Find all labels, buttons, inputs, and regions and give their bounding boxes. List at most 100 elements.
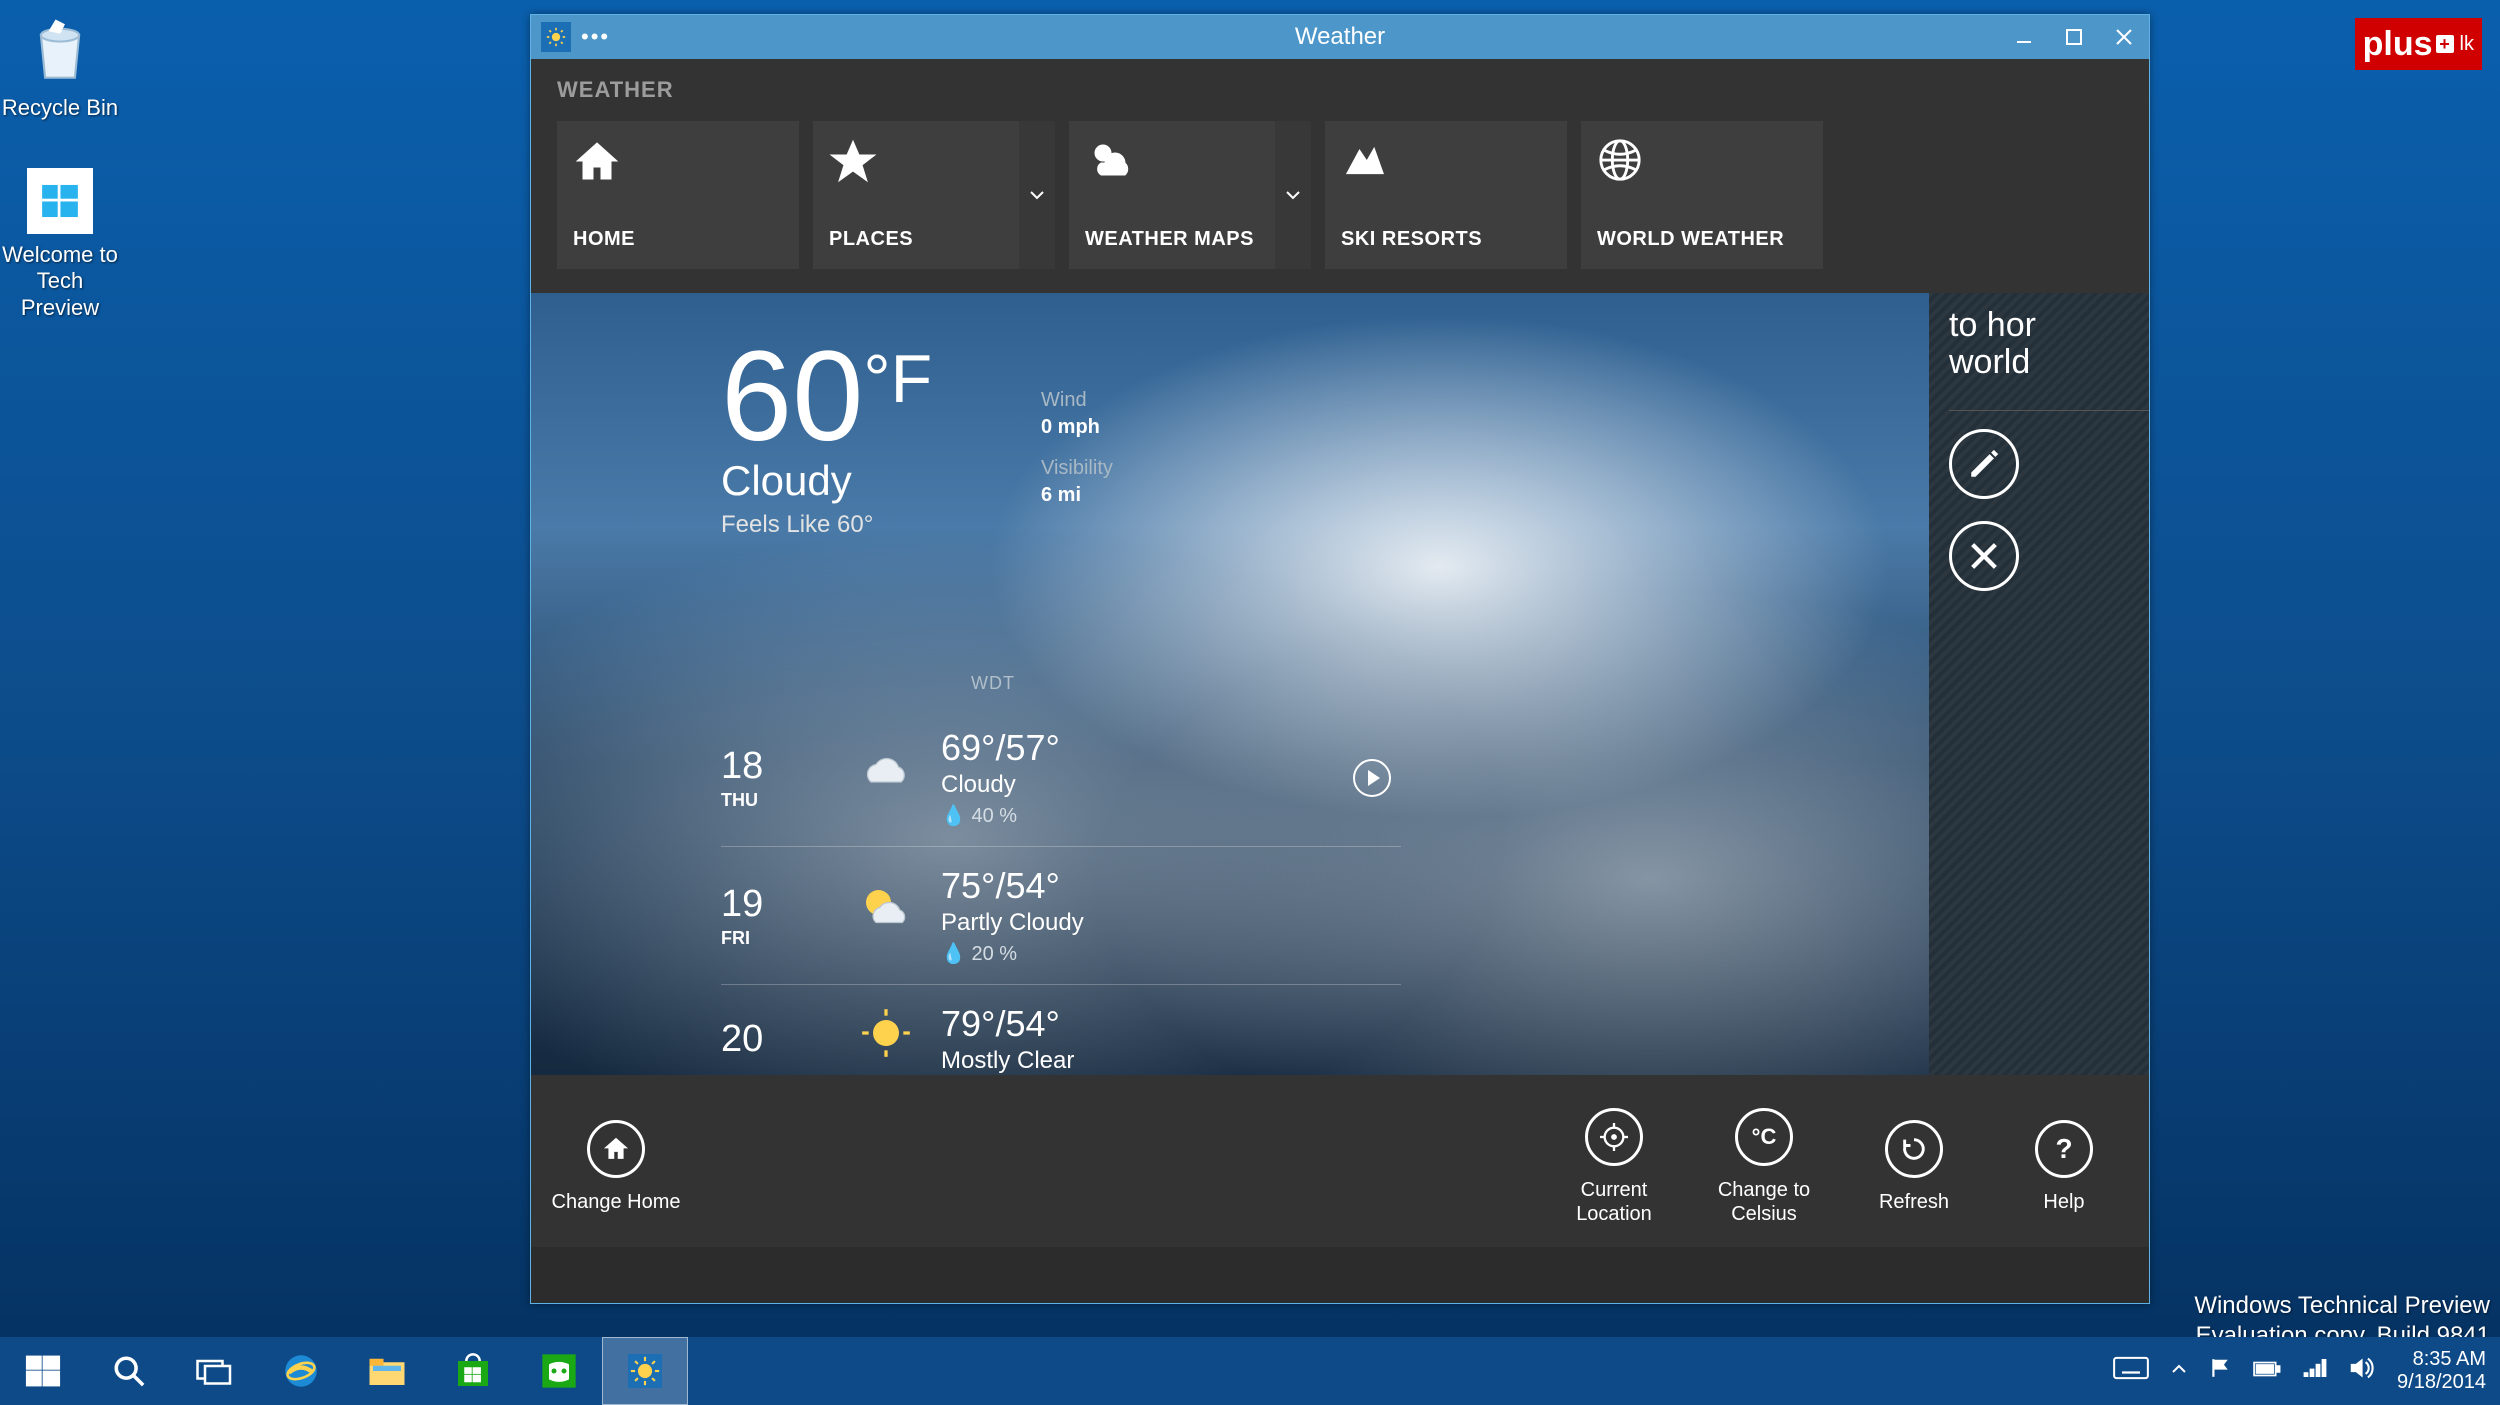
network-icon[interactable] <box>2303 1358 2327 1384</box>
close-button[interactable] <box>2099 17 2149 57</box>
current-details: Wind 0 mph Visibility 6 mi <box>1041 389 1113 525</box>
taskbar-ie[interactable] <box>258 1337 344 1405</box>
wind-label: Wind <box>1041 389 1113 412</box>
titlebar[interactable]: ••• Weather <box>531 15 2149 59</box>
nav-label-text: SKI RESORTS <box>1341 228 1551 251</box>
desktop-icon-recycle-bin[interactable]: Recycle Bin <box>0 12 120 121</box>
nav-area: WEATHER HOME PLACES WEATHER MAPS SKI RES… <box>531 59 2149 293</box>
cloud-icon <box>831 749 941 807</box>
weather-window: ••• Weather WEATHER HOME PLACES WEATHER … <box>530 14 2150 1304</box>
cloud-sun-icon <box>1085 137 1261 197</box>
appbar-label: Refresh <box>1839 1190 1989 1214</box>
current-location-button[interactable]: Current Location <box>1539 1096 1689 1226</box>
forecast-date: 20 <box>721 1018 831 1061</box>
battery-icon[interactable] <box>2253 1360 2281 1383</box>
play-button[interactable] <box>1353 759 1391 797</box>
search-button[interactable] <box>86 1337 172 1405</box>
sun-icon <box>831 1007 941 1071</box>
volume-icon[interactable] <box>2349 1357 2375 1385</box>
visibility-label: Visibility <box>1041 457 1113 480</box>
keyboard-icon[interactable] <box>2113 1356 2149 1386</box>
refresh-icon <box>1885 1120 1943 1178</box>
mountain-icon <box>1341 137 1551 197</box>
forecast-date: 19 <box>721 883 831 926</box>
desktop-icon-welcome[interactable]: Welcome to Tech Preview <box>0 168 120 321</box>
start-button[interactable] <box>0 1337 86 1405</box>
current-unit: °F <box>863 345 932 461</box>
forecast-hilo: 75°/54° <box>941 865 1084 907</box>
forecast-day: THU <box>721 790 831 811</box>
help-icon: ? <box>2035 1120 2093 1178</box>
desktop-icon-label: Recycle Bin <box>0 95 120 121</box>
star-icon <box>829 137 1005 197</box>
taskbar-explorer[interactable] <box>344 1337 430 1405</box>
forecast-hilo: 79°/54° <box>941 1003 1074 1045</box>
edit-button[interactable] <box>1949 429 2019 499</box>
task-view-button[interactable] <box>172 1337 258 1405</box>
app-bar: Change Home Current Location °C Change t… <box>531 1075 2149 1247</box>
system-clock[interactable]: 8:35 AM 9/18/2014 <box>2397 1348 2486 1394</box>
change-home-button[interactable]: Change Home <box>541 1108 691 1214</box>
home-icon <box>587 1120 645 1178</box>
data-provider: WDT <box>971 673 1015 694</box>
taskbar-xbox[interactable] <box>516 1337 602 1405</box>
feels-like: Feels Like 60° <box>721 511 932 539</box>
side-panel[interactable]: to hor world <box>1929 293 2149 1075</box>
close-panel-button[interactable] <box>1949 521 2019 591</box>
appbar-label: Change Home <box>541 1190 691 1214</box>
recycle-bin-icon <box>23 12 98 87</box>
forecast-row[interactable]: 20 79°/54° Mostly Clear <box>721 985 1401 1075</box>
chevron-down-icon[interactable] <box>1275 121 1311 269</box>
current-temp: 60 <box>721 333 863 461</box>
weather-pane[interactable]: 60°F Cloudy Feels Like 60° Wind 0 mph Vi… <box>531 293 1929 1075</box>
forecast-cond: Partly Cloudy <box>941 909 1084 937</box>
nav-places[interactable]: PLACES <box>813 121 1055 269</box>
nav-label-text: WORLD WEATHER <box>1597 228 1807 251</box>
celsius-icon: °C <box>1735 1108 1793 1166</box>
desktop-icon-label: Welcome to Tech Preview <box>0 242 120 321</box>
nav-ski-resorts[interactable]: SKI RESORTS <box>1325 121 1567 269</box>
partly-cloudy-icon <box>831 885 941 947</box>
nav-label-text: HOME <box>573 228 783 251</box>
target-icon <box>1585 1108 1643 1166</box>
taskbar-weather[interactable] <box>602 1337 688 1405</box>
appbar-label: Help <box>1989 1190 2139 1214</box>
visibility-value: 6 mi <box>1041 484 1113 507</box>
minimize-button[interactable] <box>1999 17 2049 57</box>
clock-time: 8:35 AM <box>2397 1348 2486 1371</box>
forecast-row[interactable]: 18THU 69°/57° Cloudy 💧 40 % <box>721 709 1401 847</box>
nav-label: WEATHER <box>557 77 2123 103</box>
refresh-button[interactable]: Refresh <box>1839 1108 1989 1214</box>
maximize-button[interactable] <box>2049 17 2099 57</box>
help-button[interactable]: ? Help <box>1989 1108 2139 1214</box>
tray-expand-icon[interactable] <box>2171 1360 2187 1383</box>
current-conditions: 60°F Cloudy Feels Like 60° <box>721 333 932 539</box>
appbar-label: Current Location <box>1539 1178 1689 1226</box>
forecast-row[interactable]: 19FRI 75°/54° Partly Cloudy 💧 20 % <box>721 847 1401 985</box>
current-condition: Cloudy <box>721 457 932 505</box>
forecast-precip: 💧 20 % <box>941 941 1084 966</box>
app-icon <box>541 22 571 52</box>
content-area: 60°F Cloudy Feels Like 60° Wind 0 mph Vi… <box>531 293 2149 1075</box>
wind-value: 0 mph <box>1041 416 1113 439</box>
chevron-down-icon[interactable] <box>1019 121 1055 269</box>
plus-lk-logo: plus+lk <box>2355 18 2482 70</box>
nav-home[interactable]: HOME <box>557 121 799 269</box>
change-to-celsius-button[interactable]: °C Change to Celsius <box>1689 1096 1839 1226</box>
taskbar[interactable]: 8:35 AM 9/18/2014 <box>0 1337 2500 1405</box>
taskbar-store[interactable] <box>430 1337 516 1405</box>
forecast-hilo: 69°/57° <box>941 727 1060 769</box>
nav-weather-maps[interactable]: WEATHER MAPS <box>1069 121 1311 269</box>
forecast-date: 18 <box>721 745 831 788</box>
appbar-label: Change to Celsius <box>1689 1178 1839 1226</box>
windows-logo-icon <box>27 168 93 234</box>
menu-dots-icon[interactable]: ••• <box>581 24 610 50</box>
flag-icon[interactable] <box>2209 1357 2231 1385</box>
clock-date: 9/18/2014 <box>2397 1371 2486 1394</box>
nav-world-weather[interactable]: WORLD WEATHER <box>1581 121 1823 269</box>
nav-label-text: WEATHER MAPS <box>1085 228 1261 251</box>
forecast-cond: Cloudy <box>941 771 1060 799</box>
sidepanel-headline: to hor world <box>1949 307 2149 382</box>
globe-icon <box>1597 137 1807 197</box>
forecast-cond: Mostly Clear <box>941 1047 1074 1075</box>
